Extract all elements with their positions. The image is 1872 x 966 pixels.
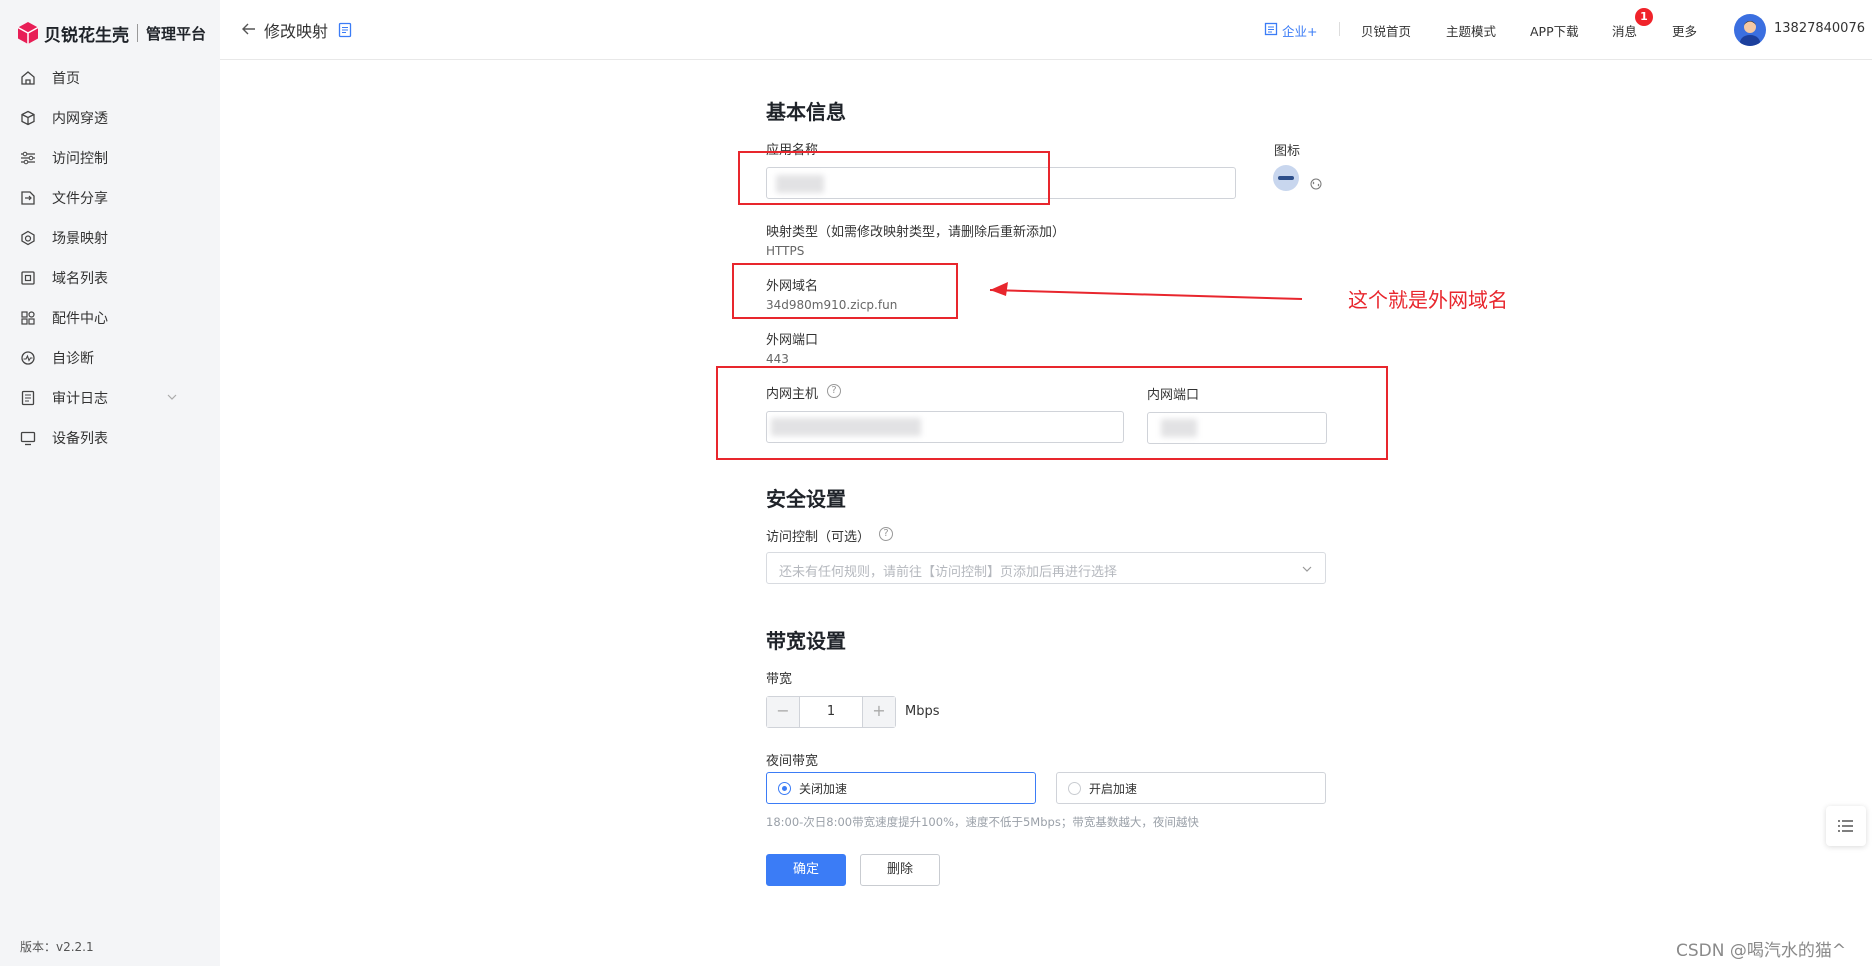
increment-button[interactable]: +	[863, 697, 895, 727]
bandwidth-stepper: − 1 +	[766, 696, 896, 728]
sidebar-item-label: 内网穿透	[52, 111, 108, 127]
highlight-box-app-name	[738, 151, 1050, 205]
app-download-link[interactable]: APP下载	[1530, 21, 1579, 40]
messages-link[interactable]: 消息	[1612, 21, 1637, 40]
diagnose-icon	[21, 351, 35, 365]
access-control-select[interactable]: 还未有任何规则，请前往【访问控制】页添加后再进行选择	[766, 552, 1326, 584]
section-title-basic: 基本信息	[766, 100, 846, 124]
sidebar-item-label: 自诊断	[52, 351, 94, 367]
floating-menu-button[interactable]	[1826, 806, 1866, 846]
sidebar-item-file-share[interactable]: 文件分享	[0, 178, 220, 218]
page-title: 修改映射	[264, 22, 329, 41]
confirm-button[interactable]: 确定	[766, 854, 846, 886]
night-off-option[interactable]: 关闭加速	[766, 772, 1036, 804]
sidebar-item-label: 首页	[52, 71, 80, 87]
document-icon[interactable]	[338, 22, 352, 38]
help-icon[interactable]: ?	[879, 527, 893, 541]
annotation-arrow	[989, 282, 1303, 300]
sidebar-item-label: 配件中心	[52, 311, 108, 327]
night-bandwidth-hint: 18:00-次日8:00带宽速度提升100%，速度不低于5Mbps；带宽基数越大…	[766, 815, 1199, 829]
annotation-text: 这个就是外网域名	[1348, 288, 1508, 312]
app-icon-glyph	[1278, 176, 1294, 180]
brand-home-link[interactable]: 贝锐首页	[1361, 21, 1411, 40]
bandwidth-value[interactable]: 1	[799, 697, 863, 727]
chevron-down-icon[interactable]	[166, 391, 178, 403]
sidebar: 贝锐花生壳 管理平台 首页 内网穿透 访问控制 文件分享 场景映射 域名列表 配…	[0, 0, 220, 966]
mapping-type-label: 映射类型（如需修改映射类型，请删除后重新添加）	[766, 225, 1066, 240]
avatar[interactable]	[1734, 14, 1766, 46]
cube-icon	[21, 110, 35, 126]
list-icon	[1838, 820, 1853, 832]
mapping-type-value: HTTPS	[766, 244, 805, 258]
bandwidth-label: 带宽	[766, 672, 793, 687]
radio-selected	[778, 782, 791, 795]
sidebar-nav: 首页 内网穿透 访问控制 文件分享 场景映射 域名列表 配件中心 自诊断 审计日…	[0, 58, 220, 458]
section-title-bandwidth: 带宽设置	[766, 629, 846, 653]
icon-label: 图标	[1274, 144, 1301, 159]
bandwidth-unit: Mbps	[905, 704, 940, 719]
header-divider	[1339, 22, 1340, 36]
enterprise-icon	[1264, 22, 1278, 36]
more-link[interactable]: 更多	[1672, 21, 1697, 40]
version-label: 版本：v2.2.1	[20, 940, 94, 954]
sidebar-item-self-diagnosis[interactable]: 自诊断	[0, 338, 220, 378]
log-icon	[21, 390, 35, 406]
sidebar-item-scene-mapping[interactable]: 场景映射	[0, 218, 220, 258]
access-control-label: 访问控制（可选）	[766, 530, 871, 545]
night-on-label: 开启加速	[1089, 782, 1138, 796]
logo-icon	[17, 22, 39, 44]
grid-icon	[21, 311, 35, 325]
app-icon-preview[interactable]	[1273, 165, 1299, 191]
section-title-security: 安全设置	[766, 487, 846, 511]
sidebar-item-label: 审计日志	[52, 391, 108, 407]
chevron-down-icon	[1302, 566, 1312, 572]
radio-unselected	[1068, 782, 1081, 795]
highlight-box-domain	[732, 263, 958, 319]
monitor-icon	[20, 431, 36, 446]
night-bandwidth-label: 夜间带宽	[766, 754, 819, 769]
sidebar-item-label: 设备列表	[52, 431, 108, 447]
sidebar-item-label: 访问控制	[52, 151, 108, 167]
external-port-value: 443	[766, 352, 789, 366]
decrement-button[interactable]: −	[767, 697, 799, 727]
delete-button[interactable]: 删除	[860, 854, 940, 886]
theme-mode-link[interactable]: 主题模式	[1446, 21, 1496, 40]
night-on-option[interactable]: 开启加速	[1056, 772, 1326, 804]
avatar-icon	[1739, 21, 1761, 46]
external-port-label: 外网端口	[766, 333, 819, 348]
brand-name: 贝锐花生壳	[44, 25, 129, 46]
sidebar-item-label: 场景映射	[52, 231, 108, 247]
back-arrow-icon[interactable]	[240, 20, 258, 38]
sidebar-item-label: 域名列表	[52, 271, 108, 287]
user-phone[interactable]: 13827840076	[1774, 21, 1865, 36]
message-count-badge: 1	[1635, 8, 1653, 26]
sidebar-item-access-control[interactable]: 访问控制	[0, 138, 220, 178]
access-control-placeholder: 还未有任何规则，请前往【访问控制】页添加后再进行选择	[779, 565, 1118, 580]
enterprise-link[interactable]: 企业+	[1282, 21, 1317, 40]
brand-subtitle: 管理平台	[146, 24, 207, 43]
watermark: CSDN @喝汽水的猫^	[1676, 941, 1847, 961]
sidebar-item-device-list[interactable]: 设备列表	[0, 418, 220, 458]
sliders-icon	[21, 151, 35, 165]
sidebar-item-home[interactable]: 首页	[0, 58, 220, 98]
change-icon-icon[interactable]	[1310, 178, 1322, 190]
folder-share-icon	[21, 191, 35, 205]
sidebar-item-domain-list[interactable]: 域名列表	[0, 258, 220, 298]
home-icon	[21, 71, 35, 85]
sidebar-item-label: 文件分享	[52, 191, 108, 207]
top-header: 修改映射 企业+ 贝锐首页 主题模式 APP下载 消息 1 更多 1382784…	[220, 0, 1872, 60]
domain-icon	[21, 271, 35, 285]
sidebar-item-audit-log[interactable]: 审计日志	[0, 378, 220, 418]
highlight-box-internal	[716, 366, 1388, 460]
sidebar-item-accessories[interactable]: 配件中心	[0, 298, 220, 338]
sidebar-item-intranet[interactable]: 内网穿透	[0, 98, 220, 138]
brand[interactable]: 贝锐花生壳 管理平台	[16, 20, 206, 46]
scene-icon	[21, 230, 35, 246]
night-off-label: 关闭加速	[799, 782, 848, 796]
app-window: { "brand": {"name": "贝锐花生壳", "subtitle":…	[0, 0, 1872, 966]
brand-divider	[137, 24, 138, 42]
